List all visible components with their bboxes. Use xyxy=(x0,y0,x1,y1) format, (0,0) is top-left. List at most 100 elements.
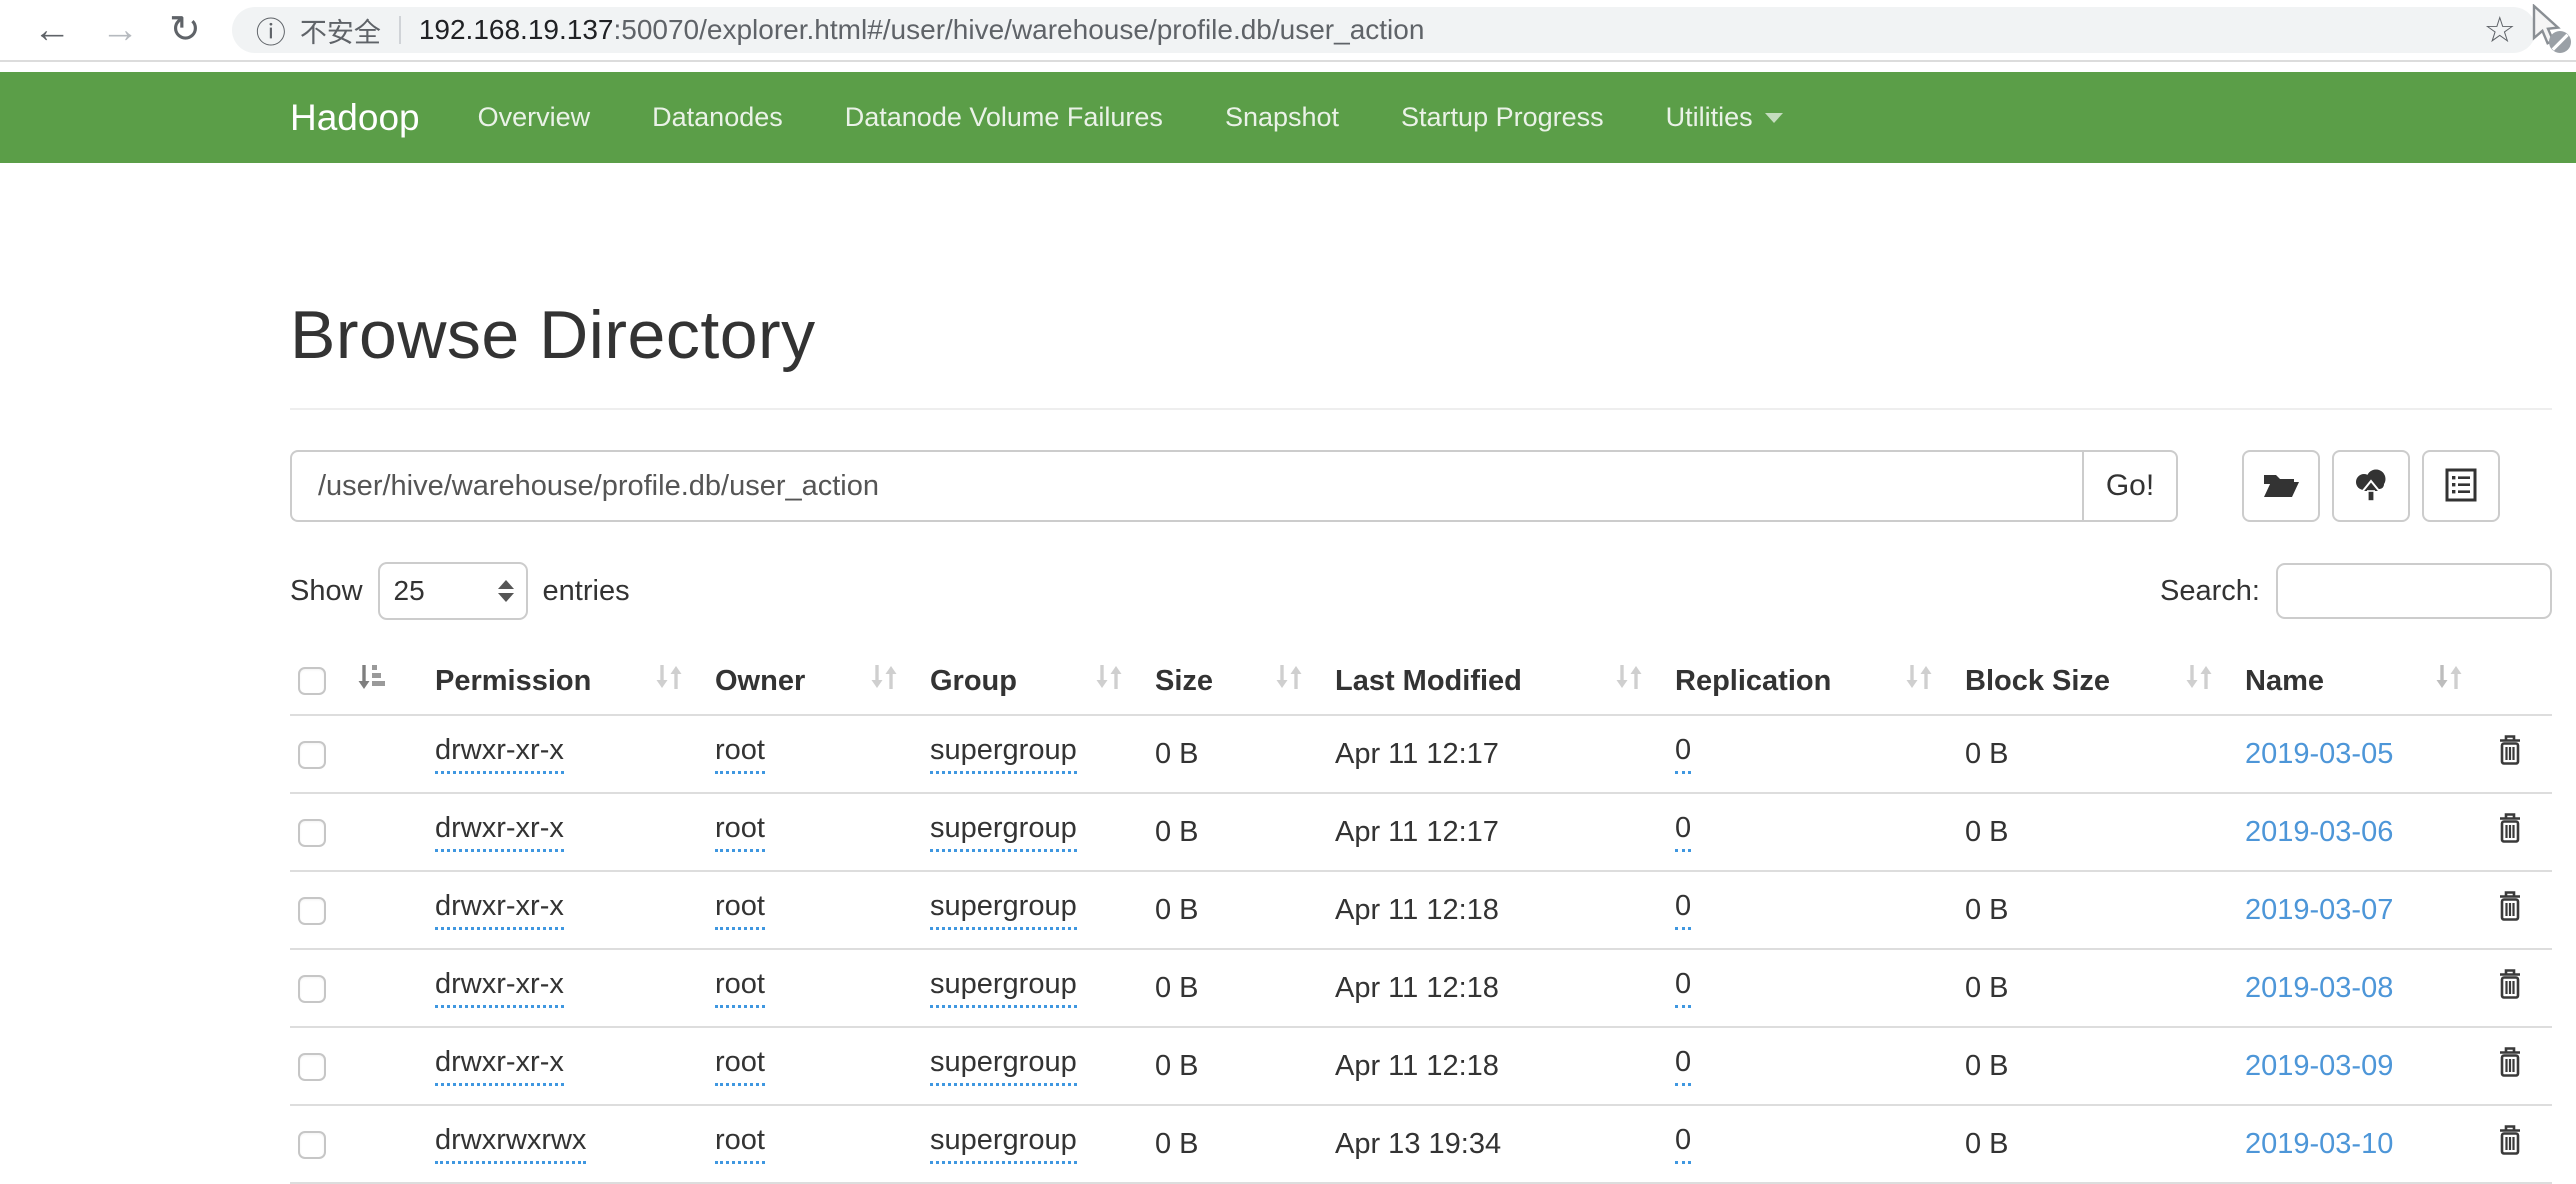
permission-cell[interactable]: drwxrwxrwx xyxy=(435,1124,586,1163)
row-checkbox[interactable] xyxy=(298,1131,326,1159)
owner-cell[interactable]: root xyxy=(715,968,765,1007)
forward-arrow-icon[interactable]: → xyxy=(101,11,139,49)
file-name-link[interactable]: 2019-03-05 xyxy=(2245,738,2393,770)
row-checkbox[interactable] xyxy=(298,1053,326,1081)
group-cell[interactable]: supergroup xyxy=(930,890,1077,929)
delete-file-button[interactable] xyxy=(2495,967,2525,1001)
search-input[interactable] xyxy=(2276,563,2552,619)
table-row: drwxr-xr-x root supergroup 0 B Apr 11 12… xyxy=(290,871,2552,949)
row-checkbox[interactable] xyxy=(298,897,326,925)
file-name-link[interactable]: 2019-03-09 xyxy=(2245,1050,2393,1082)
search-label: Search: xyxy=(2160,575,2260,608)
owner-cell[interactable]: root xyxy=(715,734,765,773)
go-button[interactable]: Go! xyxy=(2082,450,2178,522)
header-actions xyxy=(2480,648,2552,715)
owner-cell[interactable]: root xyxy=(715,1046,765,1085)
no-drop-cursor-icon xyxy=(2528,4,2574,61)
file-name-link[interactable]: 2019-03-07 xyxy=(2245,894,2393,926)
upload-file-button[interactable] xyxy=(2332,450,2410,522)
address-bar[interactable]: ⓘ 不安全 192.168.19.137:50070/explorer.html… xyxy=(232,7,2536,53)
delete-file-button[interactable] xyxy=(2495,1123,2525,1157)
entries-select-value: 25 xyxy=(394,575,425,607)
header-permission[interactable]: Permission xyxy=(420,648,700,715)
entries-select[interactable]: 25 xyxy=(378,562,528,620)
delete-file-button[interactable] xyxy=(2495,889,2525,923)
replication-cell[interactable]: 0 xyxy=(1675,1046,1691,1085)
create-directory-button[interactable] xyxy=(2242,450,2320,522)
header-name[interactable]: Name xyxy=(2230,648,2480,715)
trash-icon xyxy=(2495,733,2525,767)
divider xyxy=(399,16,401,44)
reload-icon[interactable]: ↻ xyxy=(169,11,201,49)
gap xyxy=(0,62,2576,72)
back-arrow-icon[interactable]: ← xyxy=(33,11,71,49)
file-list-button[interactable] xyxy=(2422,450,2500,522)
permission-cell[interactable]: drwxr-xr-x xyxy=(435,812,564,851)
info-icon[interactable]: ⓘ xyxy=(256,8,286,52)
trash-icon xyxy=(2495,811,2525,845)
browser-chrome: ← → ↻ ⓘ 不安全 192.168.19.137:50070/explore… xyxy=(0,0,2576,62)
row-checkbox[interactable] xyxy=(298,741,326,769)
modified-cell: Apr 11 12:18 xyxy=(1320,1027,1660,1105)
owner-cell[interactable]: root xyxy=(715,890,765,929)
trash-icon xyxy=(2495,967,2525,1001)
nav-item-datanode-volume-failures[interactable]: Datanode Volume Failures xyxy=(845,102,1163,133)
group-cell[interactable]: supergroup xyxy=(930,734,1077,773)
directory-path-input[interactable] xyxy=(290,450,2082,522)
replication-cell[interactable]: 0 xyxy=(1675,968,1691,1007)
nav-item-datanodes[interactable]: Datanodes xyxy=(652,102,783,133)
nav-item-snapshot[interactable]: Snapshot xyxy=(1225,102,1339,133)
row-checkbox[interactable] xyxy=(298,975,326,1003)
header-select-all[interactable] xyxy=(290,648,420,715)
header-owner[interactable]: Owner xyxy=(700,648,915,715)
file-name-link[interactable]: 2019-03-06 xyxy=(2245,816,2393,848)
block-size-cell: 0 B xyxy=(1950,871,2230,949)
file-list-icon xyxy=(2444,467,2478,506)
sort-both-icon xyxy=(652,662,686,700)
nav-item-startup-progress[interactable]: Startup Progress xyxy=(1401,102,1604,133)
nav-item-utilities[interactable]: Utilities xyxy=(1666,102,1783,133)
header-group[interactable]: Group xyxy=(915,648,1140,715)
group-cell[interactable]: supergroup xyxy=(930,1124,1077,1163)
replication-cell[interactable]: 0 xyxy=(1675,734,1691,773)
owner-cell[interactable]: root xyxy=(715,1124,765,1163)
header-block-size[interactable]: Block Size xyxy=(1950,648,2230,715)
header-replication[interactable]: Replication xyxy=(1660,648,1950,715)
owner-cell[interactable]: root xyxy=(715,812,765,851)
entries-row: Show 25 entries Search: xyxy=(290,562,2552,620)
permission-cell[interactable]: drwxr-xr-x xyxy=(435,734,564,773)
group-cell[interactable]: supergroup xyxy=(930,1046,1077,1085)
block-size-cell: 0 B xyxy=(1950,793,2230,871)
replication-cell[interactable]: 0 xyxy=(1675,1124,1691,1163)
page-title: Browse Directory xyxy=(290,296,2552,374)
sort-both-icon xyxy=(1092,662,1126,700)
replication-cell[interactable]: 0 xyxy=(1675,890,1691,929)
file-name-link[interactable]: 2019-03-10 xyxy=(2245,1128,2393,1160)
delete-file-button[interactable] xyxy=(2495,733,2525,767)
security-label: 不安全 xyxy=(300,11,381,50)
select-all-checkbox[interactable] xyxy=(298,667,326,695)
permission-cell[interactable]: drwxr-xr-x xyxy=(435,968,564,1007)
file-name-link[interactable]: 2019-03-08 xyxy=(2245,972,2393,1004)
delete-file-button[interactable] xyxy=(2495,1045,2525,1079)
nav-item-overview[interactable]: Overview xyxy=(478,102,591,133)
table-row: drwxr-xr-x root supergroup 0 B Apr 11 12… xyxy=(290,715,2552,793)
modified-cell: Apr 11 12:18 xyxy=(1320,871,1660,949)
header-size[interactable]: Size xyxy=(1140,648,1320,715)
replication-cell[interactable]: 0 xyxy=(1675,812,1691,851)
permission-cell[interactable]: drwxr-xr-x xyxy=(435,890,564,929)
navbar-brand[interactable]: Hadoop xyxy=(290,97,420,139)
bookmark-star-icon[interactable]: ☆ xyxy=(2484,9,2516,51)
group-cell[interactable]: supergroup xyxy=(930,968,1077,1007)
table-row: drwxr-xr-x root supergroup 0 B Apr 11 12… xyxy=(290,949,2552,1027)
permission-cell[interactable]: drwxr-xr-x xyxy=(435,1046,564,1085)
header-last-modified[interactable]: Last Modified xyxy=(1320,648,1660,715)
row-checkbox[interactable] xyxy=(298,819,326,847)
block-size-cell: 0 B xyxy=(1950,715,2230,793)
size-cell: 0 B xyxy=(1140,715,1320,793)
modified-cell: Apr 13 19:34 xyxy=(1320,1105,1660,1183)
delete-file-button[interactable] xyxy=(2495,811,2525,845)
trash-icon xyxy=(2495,1123,2525,1157)
url-text[interactable]: 192.168.19.137:50070/explorer.html#/user… xyxy=(419,14,1425,46)
group-cell[interactable]: supergroup xyxy=(930,812,1077,851)
